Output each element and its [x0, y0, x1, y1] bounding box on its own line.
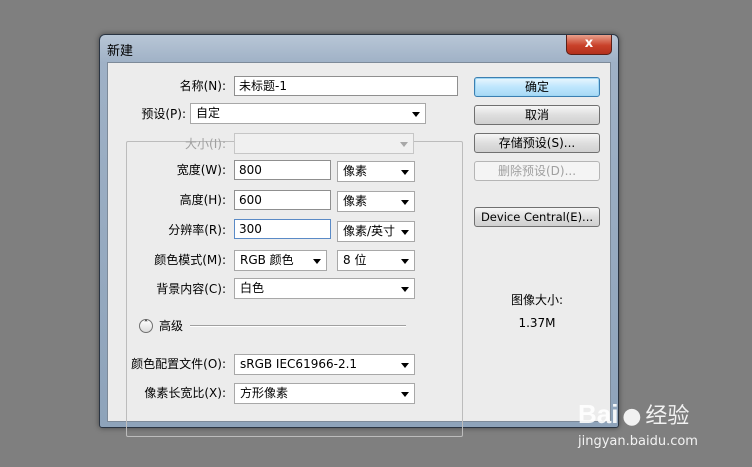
watermark-brand-suffix: 经验	[645, 404, 690, 429]
watermark-brand: Bai	[578, 399, 619, 429]
color-mode-select[interactable]: RGB 颜色	[234, 250, 327, 271]
name-label: 名称(N):	[179, 79, 226, 93]
advanced-label: 高级	[159, 319, 184, 333]
size-select	[234, 133, 414, 154]
image-size-value: 1.37M	[518, 316, 556, 330]
height-unit-select[interactable]: 像素	[337, 191, 415, 212]
ok-button[interactable]: 确定	[474, 77, 600, 97]
chevron-down-icon	[401, 259, 409, 264]
color-profile-select[interactable]: sRGB IEC61966-2.1	[234, 354, 415, 375]
advanced-toggle-button[interactable]: ˆ	[139, 319, 153, 333]
baidu-jingyan-watermark: Bai ● 经验 jingyan.baidu.com	[578, 398, 698, 449]
dialog-title: 新建	[107, 44, 134, 59]
color-mode-value: RGB 颜色	[240, 253, 294, 267]
chevron-down-icon	[401, 287, 409, 292]
background-label: 背景内容(C):	[156, 282, 226, 296]
image-size-label: 图像大小:	[510, 293, 564, 307]
close-icon: x	[584, 36, 594, 51]
pixel-aspect-value: 方形像素	[240, 386, 289, 400]
resolution-field[interactable]: 300	[234, 219, 331, 239]
dialog-body: 名称(N): 未标题-1 预设(P): 自定 大小(I): 宽度(W): 800…	[107, 62, 611, 437]
chevron-down-icon	[313, 259, 321, 264]
preset-select[interactable]: 自定	[190, 103, 426, 124]
chevron-down-icon	[400, 142, 408, 147]
watermark-url: jingyan.baidu.com	[578, 434, 698, 449]
paw-icon: ●	[622, 404, 642, 429]
resolution-unit-select[interactable]: 像素/英寸	[337, 221, 415, 242]
cancel-button[interactable]: 取消	[474, 105, 600, 125]
delete-preset-button: 删除预设(D)...	[474, 161, 600, 181]
chevron-down-icon	[401, 200, 409, 205]
device-central-button[interactable]: Device Central(E)...	[474, 207, 600, 227]
preset-label: 预设(P):	[132, 104, 186, 124]
chevron-down-icon	[401, 392, 409, 397]
width-unit-select[interactable]: 像素	[337, 161, 415, 182]
chevron-down-icon	[401, 230, 409, 235]
pixel-aspect-label: 像素长宽比(X):	[144, 386, 226, 400]
width-field[interactable]: 800	[234, 160, 331, 180]
height-label: 高度(H):	[179, 193, 226, 207]
chevron-down-icon	[401, 363, 409, 368]
resolution-unit-value: 像素/英寸	[343, 224, 396, 238]
width-label: 宽度(W):	[176, 163, 226, 177]
background-value: 白色	[240, 281, 265, 295]
chevron-up-icon: ˆ	[143, 320, 149, 330]
size-label: 大小(I):	[185, 137, 226, 151]
chevron-down-icon	[401, 170, 409, 175]
pixel-aspect-select[interactable]: 方形像素	[234, 383, 415, 404]
color-profile-label: 颜色配置文件(O):	[131, 357, 226, 371]
resolution-label: 分辨率(R):	[168, 223, 226, 237]
height-field[interactable]: 600	[234, 190, 331, 210]
width-unit-value: 像素	[343, 164, 368, 178]
height-unit-value: 像素	[343, 194, 368, 208]
preset-value: 自定	[196, 106, 221, 120]
bit-depth-value: 8 位	[343, 253, 367, 267]
chevron-down-icon	[412, 112, 420, 117]
bit-depth-select[interactable]: 8 位	[337, 250, 415, 271]
background-select[interactable]: 白色	[234, 278, 415, 299]
save-preset-button[interactable]: 存储预设(S)...	[474, 133, 600, 153]
close-button[interactable]: x	[566, 35, 612, 55]
title-bar[interactable]: 新建 x	[100, 35, 618, 61]
color-profile-value: sRGB IEC61966-2.1	[240, 357, 358, 371]
new-document-dialog: 新建 x 名称(N): 未标题-1 预设(P): 自定 大小(I): 宽度(W)…	[99, 34, 619, 437]
name-field[interactable]: 未标题-1	[234, 76, 458, 96]
advanced-divider	[190, 325, 406, 327]
color-mode-label: 颜色模式(M):	[154, 253, 226, 267]
